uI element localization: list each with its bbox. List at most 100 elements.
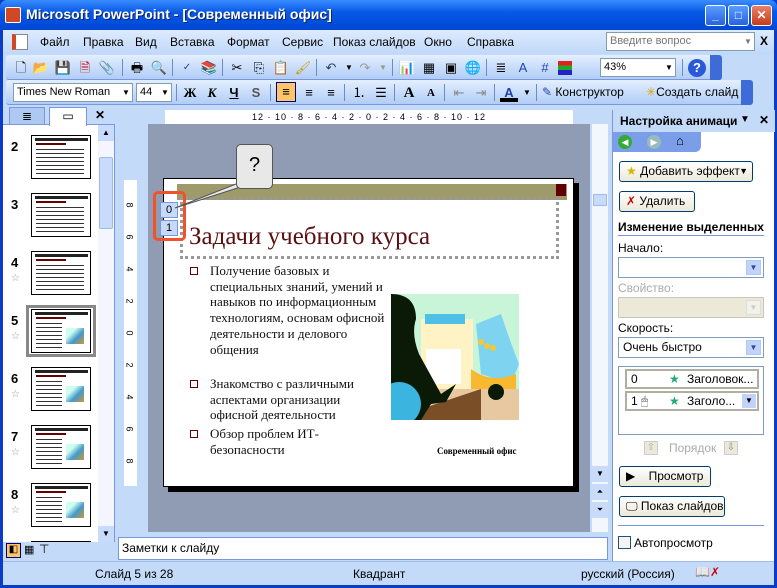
slide-thumbnail-item[interactable]: 4 ☆ bbox=[3, 251, 98, 303]
chevron-down-icon[interactable]: ▼ bbox=[663, 59, 675, 76]
zoom-combo[interactable]: 43% ▼ bbox=[600, 58, 676, 77]
format-painter-icon[interactable]: 🖌 bbox=[294, 59, 312, 77]
menu-slideshow[interactable]: Показ слайдов bbox=[333, 35, 416, 49]
slide-title[interactable]: Задачи учебного курса bbox=[189, 223, 430, 251]
move-up-icon[interactable]: ⇧ bbox=[644, 441, 658, 455]
slides-tab[interactable]: ▭ bbox=[49, 107, 87, 126]
open-icon[interactable]: 📂 bbox=[32, 59, 50, 77]
tables-borders-icon[interactable]: ▣ bbox=[442, 59, 460, 77]
increase-indent-icon[interactable]: ⇥ bbox=[472, 84, 490, 102]
print-preview-icon[interactable]: 🔍 bbox=[150, 59, 168, 77]
slide-thumbnail[interactable] bbox=[31, 135, 91, 179]
vertical-ruler[interactable]: 8 6 4 2 0 2 4 6 8 bbox=[124, 180, 137, 486]
chevron-down-icon[interactable]: ▼ bbox=[746, 260, 761, 275]
task-pane-close-icon[interactable]: ✕ bbox=[759, 113, 769, 127]
copy-icon[interactable]: ⎘ bbox=[250, 59, 268, 77]
underline-button[interactable]: Ч bbox=[225, 84, 243, 102]
outline-tab[interactable]: ≣ bbox=[9, 107, 45, 125]
toolbar-options-button[interactable] bbox=[710, 55, 722, 80]
effect-item[interactable]: 0 ★ Заголовок... bbox=[625, 369, 759, 389]
permission-icon[interactable]: 🗎 bbox=[76, 59, 94, 77]
home-icon[interactable]: ⌂ bbox=[676, 133, 684, 148]
font-size-combo[interactable]: 44 ▼ bbox=[136, 83, 172, 102]
start-select[interactable]: ▼ bbox=[618, 257, 764, 278]
align-right-button[interactable]: ≡ bbox=[322, 84, 340, 102]
font-combo[interactable]: Times New Roman ▼ bbox=[13, 83, 133, 102]
shadow-button[interactable]: S bbox=[247, 84, 265, 102]
menu-help[interactable]: Справка bbox=[467, 35, 514, 49]
menu-insert[interactable]: Вставка bbox=[170, 35, 215, 49]
bold-button[interactable]: Ж bbox=[181, 84, 199, 102]
animation-tag-1[interactable]: 1 bbox=[160, 220, 178, 236]
chevron-down-icon[interactable]: ▼ bbox=[746, 340, 761, 355]
add-effect-button[interactable]: ★ Добавить эффект ▼ bbox=[619, 161, 753, 182]
print-icon[interactable]: 🖶 bbox=[128, 59, 146, 77]
bullet-text[interactable]: Обзор проблем ИТ-безопасности bbox=[210, 426, 330, 457]
help-search-input[interactable]: Введите вопрос ▼ bbox=[606, 32, 755, 51]
property-select[interactable]: ▼ bbox=[618, 297, 764, 318]
scroll-up-icon[interactable]: ▲ bbox=[98, 125, 114, 141]
effect-item[interactable]: 1 🖱 ★ Заголо... ▼ bbox=[625, 391, 759, 411]
redo-icon[interactable]: ↷ bbox=[356, 59, 374, 77]
slide-thumbnail-item[interactable]: 7 ☆ bbox=[3, 425, 98, 477]
chart-icon[interactable]: 📊 bbox=[398, 59, 416, 77]
slide-thumbnail-item[interactable]: 2 bbox=[3, 135, 98, 187]
new-slide-button[interactable]: ✳Создать слайд bbox=[646, 85, 738, 99]
menu-file[interactable]: Файл bbox=[40, 35, 70, 49]
slide-thumbnail[interactable] bbox=[31, 193, 91, 237]
menu-tools[interactable]: Сервис bbox=[282, 35, 323, 49]
new-icon[interactable]: 🗋 bbox=[12, 59, 30, 77]
task-pane-menu-icon[interactable]: ▼ bbox=[740, 114, 750, 125]
undo-icon[interactable]: ↶ bbox=[322, 59, 340, 77]
menu-view[interactable]: Вид bbox=[135, 35, 157, 49]
app-icon[interactable] bbox=[5, 7, 21, 23]
slideshow-button[interactable]: 🖵 Показ слайдов bbox=[619, 496, 725, 517]
spelling-status-icon[interactable]: 📖✗ bbox=[695, 565, 720, 579]
redo-dropdown-icon[interactable]: ▼ bbox=[374, 59, 392, 77]
grid-icon[interactable]: # bbox=[536, 59, 554, 77]
expand-icon[interactable]: ≣ bbox=[492, 59, 510, 77]
align-center-button[interactable]: ≡ bbox=[300, 84, 318, 102]
show-formatting-icon[interactable]: A bbox=[514, 59, 532, 77]
slide[interactable]: Задачи учебного курса Получение базовых … bbox=[163, 178, 574, 487]
slide-sorter-icon[interactable]: ▦ bbox=[24, 543, 34, 556]
chevron-down-icon[interactable]: ▼ bbox=[159, 84, 171, 101]
forward-icon[interactable]: ▶ bbox=[647, 135, 661, 149]
table-icon[interactable]: ▦ bbox=[420, 59, 438, 77]
slide-scrollbar[interactable]: ▼ ⏶ ⏷ bbox=[592, 124, 608, 532]
slide-thumbnail[interactable] bbox=[31, 483, 91, 527]
font-color-dropdown-icon[interactable]: ▼ bbox=[518, 84, 536, 102]
scroll-down-icon[interactable]: ▼ bbox=[98, 526, 114, 542]
bullet-text[interactable]: Знакомство с различными аспектами органи… bbox=[210, 376, 385, 423]
scroll-down-icon[interactable]: ▼ bbox=[592, 466, 608, 482]
align-left-button[interactable]: ≡ bbox=[276, 82, 296, 102]
close-document-button[interactable]: X bbox=[760, 34, 768, 48]
thumbnail-scrollbar[interactable]: ▲ ▼ bbox=[98, 125, 114, 542]
maximize-button[interactable]: □ bbox=[728, 5, 749, 26]
slide-thumbnail-item[interactable]: 8 ☆ bbox=[3, 483, 98, 535]
slideshow-view-icon[interactable]: ⊤ bbox=[39, 542, 49, 556]
spelling-icon[interactable]: ✓ bbox=[178, 59, 196, 77]
autopreview-checkbox[interactable] bbox=[618, 536, 631, 549]
slide-thumbnail-item[interactable]: 6 ☆ bbox=[3, 367, 98, 419]
chevron-down-icon[interactable]: ▼ bbox=[742, 394, 756, 408]
menu-window[interactable]: Окно bbox=[424, 35, 452, 49]
menu-edit[interactable]: Правка bbox=[83, 35, 124, 49]
italic-button[interactable]: К bbox=[203, 84, 221, 102]
research-icon[interactable]: 📚 bbox=[200, 59, 218, 77]
horizontal-ruler[interactable]: 12 · 10 · 8 · 6 · 4 · 2 · 0 · 2 · 4 · 6 … bbox=[165, 110, 573, 124]
close-pane-icon[interactable]: ✕ bbox=[95, 108, 105, 122]
help-icon[interactable]: ? bbox=[688, 59, 706, 77]
remove-button[interactable]: ✗ Удалить bbox=[619, 191, 695, 212]
scroll-thumb[interactable] bbox=[593, 194, 607, 206]
font-color-icon[interactable]: A bbox=[500, 84, 518, 102]
scroll-thumb[interactable] bbox=[99, 157, 113, 229]
chevron-down-icon[interactable]: ▼ bbox=[742, 33, 754, 50]
slide-thumbnail[interactable] bbox=[31, 425, 91, 469]
next-slide-icon[interactable]: ⏷ bbox=[592, 502, 608, 518]
slide-thumbnail-item[interactable]: 5 ☆ bbox=[3, 305, 98, 361]
bullets-button[interactable]: ☰ bbox=[372, 84, 390, 102]
cut-icon[interactable]: ✂ bbox=[228, 59, 246, 77]
back-icon[interactable]: ◀ bbox=[618, 135, 632, 149]
increase-font-icon[interactable]: A bbox=[400, 84, 418, 102]
